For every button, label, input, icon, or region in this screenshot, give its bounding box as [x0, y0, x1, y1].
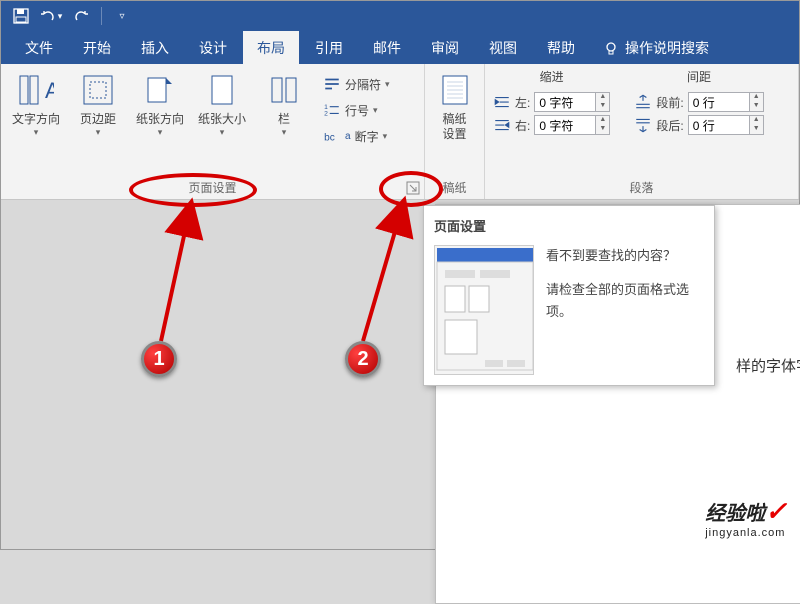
undo-icon[interactable]: ▾ — [39, 4, 63, 28]
orientation-button[interactable]: 纸张方向▾ — [131, 68, 189, 138]
group-manuscript: 稿纸 设置 稿纸 — [425, 64, 485, 199]
columns-button[interactable]: 栏▾ — [255, 68, 313, 138]
hyphenation-button[interactable]: bca断字▾ — [323, 124, 390, 148]
indent-left-icon — [493, 93, 511, 111]
tab-design[interactable]: 设计 — [185, 31, 241, 64]
columns-label: 栏 — [278, 112, 290, 127]
group-paragraph: 缩进 左: ▲▼ 右: ▲▼ 间距 段前: ▲▼ — [485, 64, 799, 199]
manuscript-label: 稿纸 设置 — [442, 112, 466, 142]
watermark: 经验啦✓ jingyanla.com — [705, 496, 787, 539]
tab-review[interactable]: 审阅 — [417, 31, 473, 64]
indent-left-spinner[interactable]: ▲▼ — [534, 92, 610, 112]
margins-label: 页边距 — [80, 112, 116, 127]
tooltip-title: 页面设置 — [434, 216, 704, 235]
spacing-before-icon — [634, 93, 652, 111]
tell-me-search[interactable]: 操作说明搜索 — [603, 31, 709, 64]
quick-access-toolbar: ▾ ▿ — [1, 1, 799, 31]
paragraph-group-label: 段落 — [485, 177, 798, 199]
spacing-heading: 间距 — [634, 68, 763, 85]
indent-right-icon — [493, 116, 511, 134]
hyphenation-icon: bc — [323, 127, 341, 145]
text-direction-label: 文字方向 — [12, 112, 60, 127]
tooltip-line1: 看不到要查找的内容？ — [546, 245, 704, 267]
spacing-after-icon — [634, 116, 652, 134]
manuscript-icon — [437, 72, 473, 108]
ribbon: A 文字方向▾ 页边距▾ 纸张方向▾ 纸张大小▾ 栏▾ 分隔符▾ 12行号▾ — [1, 64, 799, 200]
watermark-url: jingyanla.com — [705, 527, 787, 539]
breaks-label: 分隔符 — [345, 76, 381, 93]
save-icon[interactable] — [9, 4, 33, 28]
orientation-label: 纸张方向 — [136, 112, 184, 127]
qat-sep — [101, 7, 102, 25]
ribbon-tabs: 文件 开始 插入 设计 布局 引用 邮件 审阅 视图 帮助 操作说明搜索 — [1, 31, 799, 64]
spacing-before-label: 段前: — [656, 94, 683, 111]
text-direction-button[interactable]: A 文字方向▾ — [7, 68, 65, 138]
indent-right-input[interactable] — [534, 115, 596, 135]
spacing-column: 间距 段前: ▲▼ 段后: ▲▼ — [634, 68, 763, 177]
indent-left-input[interactable] — [534, 92, 596, 112]
spacing-before-spinner[interactable]: ▲▼ — [688, 92, 764, 112]
indent-left-label: 左: — [515, 94, 530, 111]
size-button[interactable]: 纸张大小▾ — [193, 68, 251, 138]
tooltip-text: 看不到要查找的内容？ 请检查全部的页面格式选项。 — [546, 245, 704, 375]
manuscript-settings-button[interactable]: 稿纸 设置 — [431, 68, 478, 142]
margins-button[interactable]: 页边距▾ — [69, 68, 127, 138]
hyphenation-label: 断字 — [355, 128, 379, 145]
tab-insert[interactable]: 插入 — [127, 31, 183, 64]
text-direction-icon: A — [18, 72, 54, 108]
tab-file[interactable]: 文件 — [11, 31, 67, 64]
size-label: 纸张大小 — [198, 112, 246, 127]
line-numbers-label: 行号 — [345, 102, 369, 119]
redo-icon[interactable] — [69, 4, 93, 28]
qat-customize-icon[interactable]: ▿ — [110, 4, 134, 28]
tab-mailings[interactable]: 邮件 — [359, 31, 415, 64]
columns-icon — [266, 72, 302, 108]
breaks-icon — [323, 75, 341, 93]
svg-text:bc: bc — [324, 133, 335, 144]
watermark-check-icon: ✓ — [765, 496, 787, 526]
spacing-after-label: 段后: — [656, 117, 683, 134]
breaks-button[interactable]: 分隔符▾ — [323, 72, 390, 96]
tab-help[interactable]: 帮助 — [533, 31, 589, 64]
spacing-before-input[interactable] — [688, 92, 750, 112]
document-text: 样的字体字 — [736, 358, 800, 375]
indent-heading: 缩进 — [493, 68, 610, 85]
tab-view[interactable]: 视图 — [475, 31, 531, 64]
size-icon — [204, 72, 240, 108]
line-numbers-button[interactable]: 12行号▾ — [323, 98, 390, 122]
orientation-icon — [142, 72, 178, 108]
tab-layout[interactable]: 布局 — [243, 31, 299, 64]
line-numbers-icon: 12 — [323, 101, 341, 119]
manuscript-group-label: 稿纸 — [425, 177, 484, 199]
tab-home[interactable]: 开始 — [69, 31, 125, 64]
tooltip-line2: 请检查全部的页面格式选项。 — [546, 279, 704, 323]
tooltip-preview-image — [434, 245, 534, 375]
indent-right-label: 右: — [515, 117, 530, 134]
group-page-setup: A 文字方向▾ 页边距▾ 纸张方向▾ 纸张大小▾ 栏▾ 分隔符▾ 12行号▾ — [1, 64, 425, 199]
watermark-brand: 经验啦 — [705, 503, 765, 525]
page-setup-tooltip: 页面设置 看不到要查找的内容？ 请检查全部的页面格式选项。 — [423, 205, 715, 386]
page-setup-group-label: 页面设置 — [1, 177, 424, 199]
spacing-after-input[interactable] — [688, 115, 750, 135]
tab-references[interactable]: 引用 — [301, 31, 357, 64]
spacing-after-spinner[interactable]: ▲▼ — [688, 115, 764, 135]
svg-text:A: A — [45, 78, 54, 103]
lightbulb-icon — [603, 40, 619, 56]
margins-icon — [80, 72, 116, 108]
tell-me-label: 操作说明搜索 — [625, 38, 709, 58]
indent-column: 缩进 左: ▲▼ 右: ▲▼ — [493, 68, 610, 177]
indent-right-spinner[interactable]: ▲▼ — [534, 115, 610, 135]
svg-text:2: 2 — [324, 111, 328, 118]
page-setup-launcher-icon[interactable] — [406, 181, 420, 195]
